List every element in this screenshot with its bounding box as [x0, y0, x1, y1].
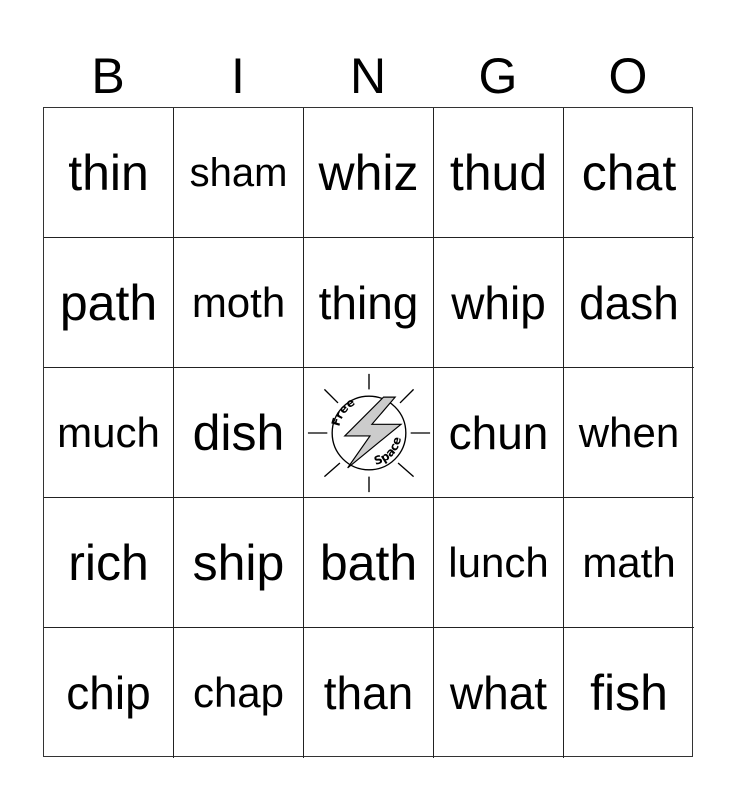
- cell-word: thud: [449, 144, 548, 201]
- free-space-icon: Free Space: [307, 373, 430, 492]
- cell-word: chun: [448, 406, 549, 459]
- bingo-cell[interactable]: when: [564, 368, 694, 498]
- bingo-cell[interactable]: than: [304, 628, 434, 758]
- cell-word: much: [57, 408, 160, 456]
- free-space-cell[interactable]: Free Space: [304, 368, 434, 498]
- bingo-cell[interactable]: chap: [174, 628, 304, 758]
- bingo-cell[interactable]: bath: [304, 498, 434, 628]
- cell-word: whiz: [318, 144, 419, 201]
- bingo-header: B I N G O: [43, 48, 693, 104]
- cell-word: fish: [590, 665, 668, 721]
- bingo-cell[interactable]: much: [44, 368, 174, 498]
- bingo-cell[interactable]: moth: [174, 238, 304, 368]
- bingo-cell[interactable]: dash: [564, 238, 694, 368]
- bingo-cell[interactable]: chun: [434, 368, 564, 498]
- cell-word: dish: [192, 404, 285, 461]
- bingo-cell[interactable]: path: [44, 238, 174, 368]
- bingo-cell[interactable]: thing: [304, 238, 434, 368]
- bingo-cell[interactable]: dish: [174, 368, 304, 498]
- cell-word: when: [578, 408, 680, 456]
- bingo-cell[interactable]: sham: [174, 108, 304, 238]
- bingo-cell[interactable]: whip: [434, 238, 564, 368]
- cell-word: bath: [319, 534, 418, 591]
- bingo-cell[interactable]: what: [434, 628, 564, 758]
- header-letter-n: N: [349, 48, 387, 104]
- bingo-cell[interactable]: chip: [44, 628, 174, 758]
- cell-word: ship: [192, 534, 285, 591]
- header-letter-i: I: [231, 48, 245, 104]
- bingo-cell[interactable]: chat: [564, 108, 694, 238]
- bingo-cell[interactable]: lunch: [434, 498, 564, 628]
- cell-word: chat: [581, 144, 677, 201]
- cell-word: thing: [318, 276, 419, 329]
- cell-word: than: [323, 667, 414, 719]
- cell-word: dash: [579, 276, 679, 329]
- cell-word: rich: [68, 534, 149, 591]
- cell-word: whip: [451, 276, 546, 329]
- bingo-cell[interactable]: whiz: [304, 108, 434, 238]
- cell-word: math: [582, 538, 676, 586]
- bingo-cell[interactable]: rich: [44, 498, 174, 628]
- cell-word: thin: [68, 144, 149, 201]
- cell-word: chip: [66, 667, 151, 719]
- cell-word: moth: [191, 278, 286, 326]
- bingo-cell[interactable]: math: [564, 498, 694, 628]
- bingo-grid: thin sham whiz thud chat path moth thing…: [43, 107, 694, 758]
- bingo-cell[interactable]: fish: [564, 628, 694, 758]
- header-letter-o: O: [608, 48, 648, 104]
- cell-word: chap: [192, 669, 285, 716]
- bingo-cell[interactable]: ship: [174, 498, 304, 628]
- cell-word: lunch: [448, 538, 549, 586]
- cell-word: sham: [189, 150, 288, 195]
- bingo-cell[interactable]: thin: [44, 108, 174, 238]
- header-letter-g: G: [478, 48, 518, 104]
- bingo-cell[interactable]: thud: [434, 108, 564, 238]
- cell-word: what: [449, 667, 548, 719]
- cell-word: path: [59, 274, 158, 331]
- header-letter-b: B: [91, 48, 125, 104]
